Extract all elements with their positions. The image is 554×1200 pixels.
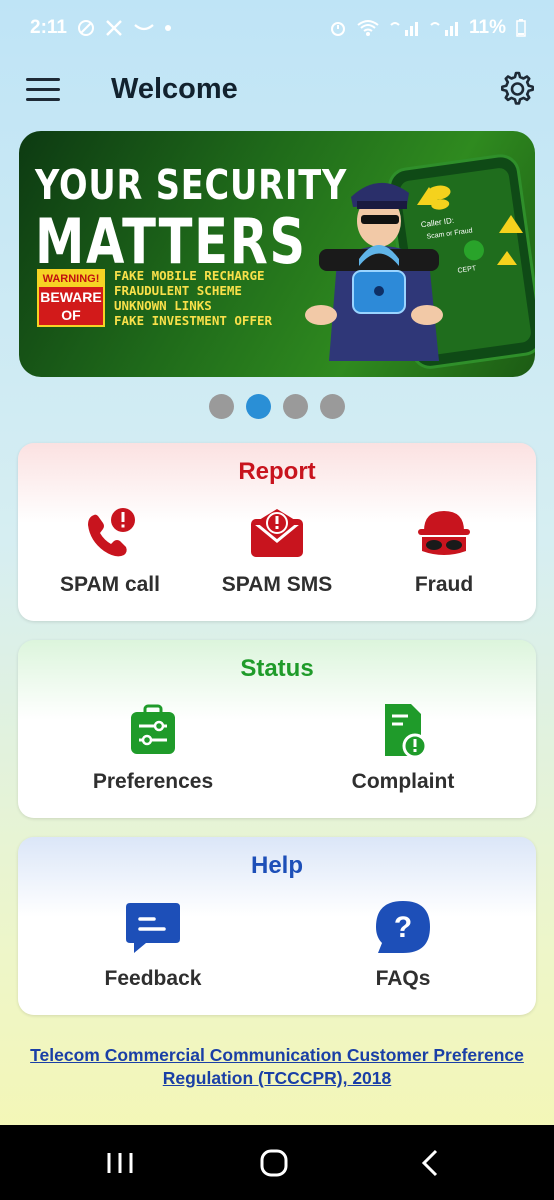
- preferences-sliders-icon: [131, 704, 175, 754]
- do-not-disturb-icon: [77, 20, 94, 36]
- envelope-alert-icon: [251, 509, 303, 557]
- signal-1-icon: [390, 22, 419, 36]
- svg-text:?: ?: [394, 911, 412, 944]
- faqs-label: FAQs: [375, 967, 431, 990]
- status-bar: 2:11 11%: [0, 0, 554, 56]
- banner-item: FRAUDULENT SCHEME: [114, 283, 242, 298]
- report-card: Report SPAM call SPAM SMS Fraud: [18, 443, 536, 621]
- alarm-icon: [331, 22, 346, 36]
- banner-item: FAKE MOBILE RECHARGE: [114, 268, 265, 283]
- carousel-indicator: [209, 394, 345, 419]
- banner-item: FAKE INVESTMENT OFFER: [114, 313, 273, 328]
- notification-dot-icon: [164, 25, 171, 31]
- complaint-button[interactable]: Complaint: [338, 702, 468, 794]
- home-icon[interactable]: [254, 1147, 294, 1179]
- feedback-label: Feedback: [104, 967, 202, 990]
- regulation-link-line-1: Telecom Commercial Communication Custome…: [30, 1045, 524, 1065]
- signal-2-icon: [430, 22, 459, 36]
- faqs-button[interactable]: ? FAQs: [338, 899, 468, 991]
- page-title: Welcome: [111, 73, 238, 105]
- regulation-link-line-2: Regulation (TCCCPR), 2018: [162, 1068, 392, 1088]
- security-guard-illustration: Caller ID: Scam or Fraud CEPT: [305, 154, 535, 369]
- status-title: Status: [240, 655, 314, 682]
- masked-thief-icon: [418, 511, 470, 555]
- beware-label: BEWARE: [40, 289, 102, 305]
- status-time: 2:11: [30, 17, 67, 38]
- battery-percent: 11%: [469, 17, 506, 38]
- spam-call-button[interactable]: SPAM call: [60, 505, 160, 597]
- question-bubble-icon: ?: [376, 901, 430, 953]
- status-card: Status Preferences Complaint: [18, 640, 536, 818]
- warning-label: WARNING!: [39, 271, 103, 287]
- warning-badge: WARNING! BEWARE OF: [37, 269, 105, 327]
- recent-apps-icon[interactable]: [100, 1147, 140, 1179]
- preferences-label: Preferences: [92, 770, 214, 793]
- x-app-icon: [106, 20, 122, 36]
- app-header: Welcome: [0, 62, 554, 122]
- fraud-button[interactable]: Fraud: [394, 505, 494, 597]
- spam-sms-label: SPAM SMS: [221, 573, 333, 596]
- spam-sms-button[interactable]: SPAM SMS: [217, 505, 337, 597]
- report-title: Report: [238, 458, 316, 485]
- help-card: Help Feedback ? FAQs: [18, 837, 536, 1015]
- tcccpr-regulation-link[interactable]: Telecom Commercial Communication Custome…: [0, 1044, 554, 1090]
- fraud-label: Fraud: [414, 573, 474, 596]
- hamburger-menu-icon[interactable]: [26, 78, 60, 104]
- banner-item: UNKNOWN LINKS: [114, 298, 212, 313]
- of-label: OF: [61, 307, 81, 323]
- spam-call-label: SPAM call: [60, 573, 160, 596]
- carousel-dot-2[interactable]: [246, 394, 271, 419]
- phone-alert-icon: [88, 508, 135, 557]
- chat-bubble-icon: [126, 903, 180, 953]
- complaint-document-icon: [385, 704, 428, 758]
- carousel-dot-4[interactable]: [320, 394, 345, 419]
- preferences-button[interactable]: Preferences: [88, 702, 218, 794]
- amazon-smile-icon: [134, 24, 154, 31]
- battery-icon: [516, 19, 526, 37]
- feedback-button[interactable]: Feedback: [88, 899, 218, 991]
- wifi-icon: [357, 20, 379, 36]
- back-icon[interactable]: [410, 1147, 450, 1179]
- complaint-label: Complaint: [351, 770, 455, 793]
- promo-banner[interactable]: YOUR SECURITY MATTERS WARNING! BEWARE OF…: [19, 131, 535, 377]
- status-bar-right: 11%: [329, 17, 526, 39]
- banner-warning-list: FAKE MOBILE RECHARGE FRAUDULENT SCHEME U…: [114, 268, 272, 328]
- gear-icon[interactable]: [496, 69, 536, 109]
- system-navigation-bar: [0, 1125, 554, 1200]
- carousel-dot-1[interactable]: [209, 394, 234, 419]
- carousel-dot-3[interactable]: [283, 394, 308, 419]
- help-title: Help: [250, 852, 303, 879]
- status-bar-left: 2:11: [30, 17, 171, 39]
